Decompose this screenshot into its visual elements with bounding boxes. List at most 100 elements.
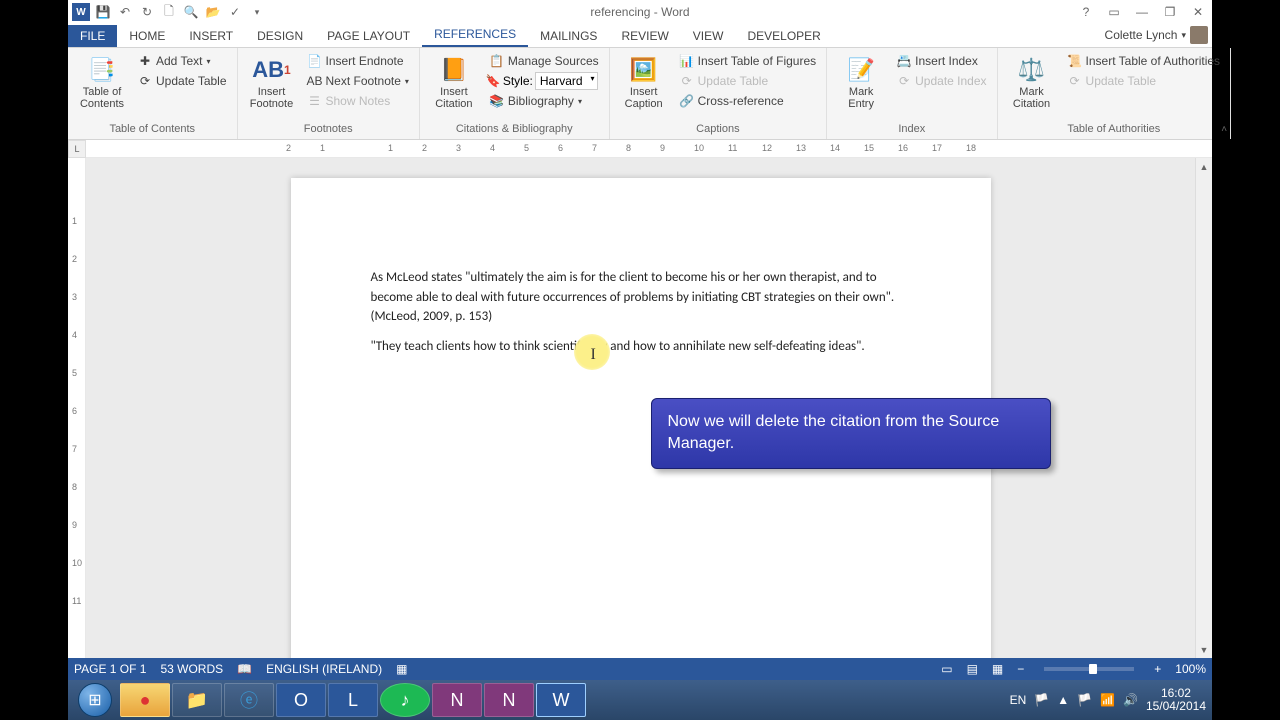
zoom-level[interactable]: 100% [1175, 662, 1206, 676]
insert-footnote-button[interactable]: AB1 Insert Footnote [244, 52, 300, 112]
zoom-slider[interactable] [1044, 667, 1134, 671]
insert-endnote-button[interactable]: 📄Insert Endnote [304, 52, 413, 70]
quick-access-toolbar: W 💾 ↶ ↻ 🗋 🔍 📂 ✓ ▾ [68, 3, 266, 21]
tray-network-icon[interactable]: 📶 [1100, 693, 1115, 707]
tray-up-icon[interactable]: ▲ [1057, 693, 1069, 707]
update-icon: ⟳ [1068, 74, 1082, 88]
tab-mailings[interactable]: MAILINGS [528, 25, 609, 47]
tray-action-icon[interactable]: 🏳️ [1077, 693, 1092, 707]
status-language[interactable]: ENGLISH (IRELAND) [266, 662, 382, 676]
scroll-down-icon[interactable]: ▼ [1196, 641, 1212, 658]
status-macro-icon[interactable]: ▦ [396, 662, 407, 676]
citation-style-row: 🔖 Style: Harvard▾ [486, 72, 603, 90]
taskbar-ie[interactable]: ⓔ [224, 683, 274, 717]
group-label-footnotes: Footnotes [244, 123, 413, 137]
zoom-out-icon[interactable]: − [1017, 662, 1024, 676]
style-icon: 🔖 [486, 74, 501, 88]
user-account[interactable]: Colette Lynch ▾ [1105, 26, 1208, 44]
tab-view[interactable]: VIEW [681, 25, 736, 47]
next-footnote-icon: AB [308, 74, 322, 88]
update-table-captions-button: ⟳Update Table [676, 72, 821, 90]
document-viewport[interactable]: As McLeod states "ultimately the aim is … [86, 158, 1195, 658]
taskbar-explorer[interactable]: 📁 [172, 683, 222, 717]
paragraph-1[interactable]: As McLeod states "ultimately the aim is … [371, 268, 911, 327]
tab-insert[interactable]: INSERT [177, 25, 245, 47]
insert-toa-button[interactable]: 📜Insert Table of Authorities [1064, 52, 1225, 70]
open-icon[interactable]: 📂 [204, 3, 222, 21]
save-icon[interactable]: 💾 [94, 3, 112, 21]
ribbon-options-icon[interactable]: ▭ [1104, 3, 1124, 21]
tab-home[interactable]: HOME [117, 25, 177, 47]
update-index-button: ⟳Update Index [893, 72, 990, 90]
mark-citation-button[interactable]: ⚖️ Mark Citation [1004, 52, 1060, 112]
add-text-button[interactable]: ✚Add Text▾ [134, 52, 231, 70]
qat-customize-icon[interactable]: ▾ [248, 3, 266, 21]
manage-sources-button[interactable]: 📋Manage Sources [486, 52, 603, 70]
scroll-up-icon[interactable]: ▲ [1196, 158, 1212, 175]
horizontal-ruler[interactable]: L 21123456789101112131415161718 [68, 140, 1212, 158]
undo-icon[interactable]: ↶ [116, 3, 134, 21]
preview-icon[interactable]: 🔍 [182, 3, 200, 21]
close-icon[interactable]: ✕ [1188, 3, 1208, 21]
status-words[interactable]: 53 WORDS [160, 662, 223, 676]
spelling-icon[interactable]: ✓ [226, 3, 244, 21]
insert-citation-button[interactable]: 📙 Insert Citation [426, 52, 482, 112]
update-table-button[interactable]: ⟳Update Table [134, 72, 231, 90]
view-read-icon[interactable]: ▭ [941, 662, 952, 676]
tray-flag-icon[interactable]: 🏳️ [1034, 693, 1049, 707]
update-icon: ⟳ [897, 74, 911, 88]
group-label-index: Index [833, 123, 990, 137]
tab-developer[interactable]: DEVELOPER [735, 25, 832, 47]
taskbar-onenote-clip[interactable]: N [484, 683, 534, 717]
taskbar-outlook[interactable]: O [276, 683, 326, 717]
help-icon[interactable]: ? [1076, 3, 1096, 21]
insert-index-button[interactable]: 📇Insert Index [893, 52, 990, 70]
taskbar-chrome[interactable]: ● [120, 683, 170, 717]
insert-caption-button[interactable]: 🖼️ Insert Caption [616, 52, 672, 112]
tab-review[interactable]: REVIEW [609, 25, 680, 47]
mark-entry-button[interactable]: 📝 Mark Entry [833, 52, 889, 112]
tray-volume-icon[interactable]: 🔊 [1123, 693, 1138, 707]
view-print-icon[interactable]: ▤ [967, 662, 978, 676]
zoom-in-icon[interactable]: + [1154, 662, 1161, 676]
group-toc: 📑 Table of Contents ✚Add Text▾ ⟳Update T… [68, 48, 238, 139]
insert-table-figures-button[interactable]: 📊Insert Table of Figures [676, 52, 821, 70]
tab-file[interactable]: FILE [68, 25, 117, 47]
tab-page-layout[interactable]: PAGE LAYOUT [315, 25, 422, 47]
taskbar-word[interactable]: W [536, 683, 586, 717]
redo-icon[interactable]: ↻ [138, 3, 156, 21]
status-proofing-icon[interactable]: 📖 [237, 662, 252, 676]
status-page[interactable]: PAGE 1 OF 1 [74, 662, 146, 676]
maximize-icon[interactable]: ❐ [1160, 3, 1180, 21]
tab-references[interactable]: REFERENCES [422, 23, 528, 47]
show-notes-button: ☰Show Notes [304, 92, 413, 110]
minimize-icon[interactable]: — [1132, 3, 1152, 21]
document-page[interactable]: As McLeod states "ultimately the aim is … [291, 178, 991, 658]
taskbar-onenote[interactable]: N [432, 683, 482, 717]
tray-clock[interactable]: 16:02 15/04/2014 [1146, 687, 1206, 713]
vertical-scrollbar[interactable]: ▲ ▼ [1195, 158, 1212, 658]
collapse-ribbon-icon[interactable]: ˄ [1221, 124, 1227, 135]
avatar [1190, 26, 1208, 44]
group-captions: 🖼️ Insert Caption 📊Insert Table of Figur… [610, 48, 828, 139]
cross-reference-button[interactable]: 🔗Cross-reference [676, 92, 821, 110]
vertical-ruler[interactable]: 1234567891011 [68, 158, 86, 658]
start-button[interactable] [72, 682, 118, 718]
paragraph-2[interactable]: "They teach clients how to think scienti… [371, 337, 911, 357]
toa-icon: 📜 [1068, 54, 1082, 68]
taskbar-spotify[interactable]: ♪ [380, 683, 430, 717]
tray-lang[interactable]: EN [1010, 693, 1027, 707]
taskbar-lync[interactable]: L [328, 683, 378, 717]
bibliography-button[interactable]: 📚Bibliography▾ [486, 92, 603, 110]
ruler-corner: L [68, 140, 86, 158]
table-of-contents-button[interactable]: 📑 Table of Contents [74, 52, 130, 112]
system-tray: EN 🏳️ ▲ 🏳️ 📶 🔊 16:02 15/04/2014 [1010, 687, 1206, 713]
bibliography-icon: 📚 [490, 94, 504, 108]
tab-design[interactable]: DESIGN [245, 25, 315, 47]
citation-style-select[interactable]: Harvard▾ [535, 72, 598, 90]
next-footnote-button[interactable]: ABNext Footnote▾ [304, 72, 413, 90]
text-cursor-icon: I [591, 346, 596, 364]
update-icon: ⟳ [138, 74, 152, 88]
new-doc-icon[interactable]: 🗋 [160, 3, 178, 21]
view-web-icon[interactable]: ▦ [992, 662, 1003, 676]
